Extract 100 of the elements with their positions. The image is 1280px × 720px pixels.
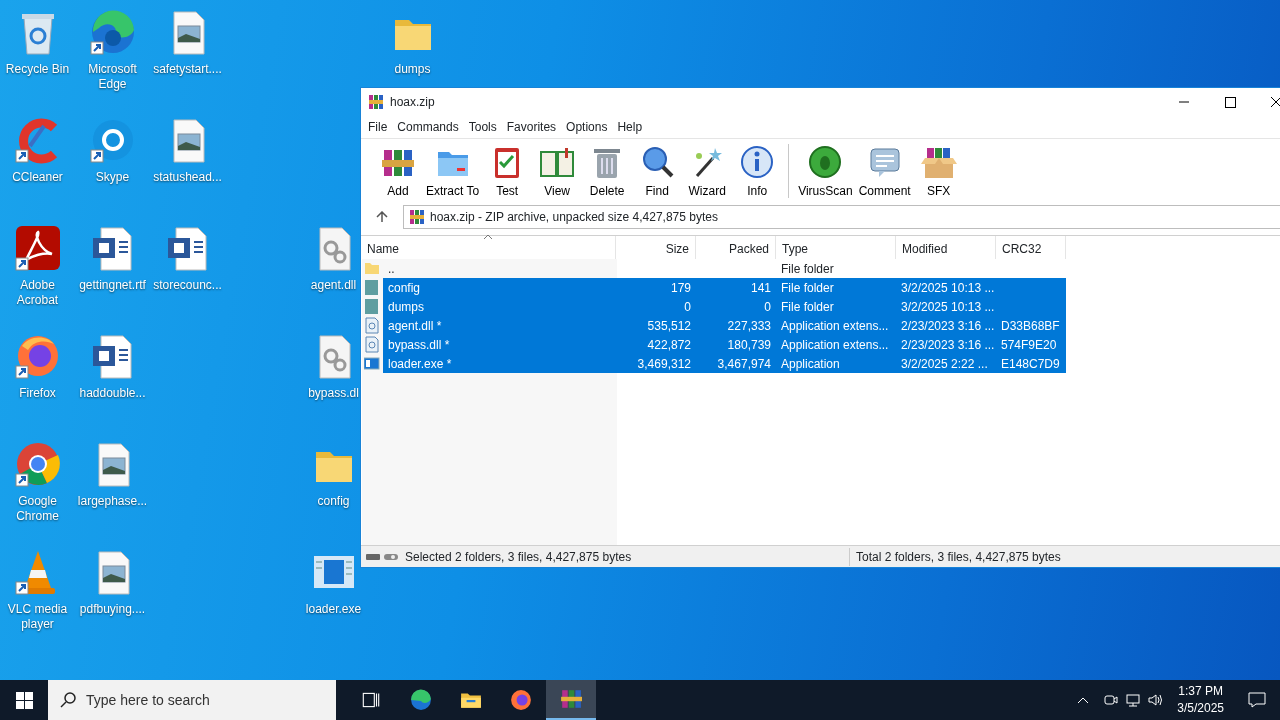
icon-label: Recycle Bin xyxy=(5,62,70,77)
menu-item[interactable]: Commands xyxy=(392,118,464,136)
sort-caret-icon xyxy=(483,234,493,240)
icon-label: loader.exe xyxy=(305,602,362,617)
icon-label: VLC media player xyxy=(6,602,69,632)
column-header[interactable]: Name xyxy=(361,236,616,259)
file-row[interactable]: dumps 0 0 File folder 3/2/2025 10:13 ... xyxy=(383,297,1066,316)
browser-icon[interactable] xyxy=(13,440,62,488)
icon-label: Adobe Acrobat xyxy=(15,278,60,308)
search-field[interactable]: Type here to search xyxy=(48,680,336,720)
browser-icon[interactable] xyxy=(88,8,137,56)
clock[interactable]: 1:37 PM 3/5/2025 xyxy=(1169,683,1232,717)
table-cell-text: 3,467,974 xyxy=(716,355,772,373)
menu-item[interactable]: Favorites xyxy=(501,118,562,136)
table-cell-text: 180,739 xyxy=(726,336,772,354)
table-cell-text: 535,512 xyxy=(646,317,692,335)
table-cell-text: 3/2/2025 2:22 ... xyxy=(900,355,989,373)
settings-file-icon xyxy=(364,317,380,334)
toolbar-button[interactable]: Find xyxy=(632,144,683,198)
table-cell-text: 0 xyxy=(683,298,692,316)
bug-icon xyxy=(807,144,844,180)
table-cell-text: 0 xyxy=(763,298,772,316)
icon-label: config xyxy=(317,494,350,509)
table-cell-text: File folder xyxy=(780,279,835,297)
start-icon[interactable] xyxy=(15,691,33,709)
file-row[interactable]: .. File folder xyxy=(383,259,1066,278)
icon-label: bypass.dl xyxy=(308,386,359,401)
icon-label: dumps xyxy=(394,62,431,77)
column-header[interactable]: Type xyxy=(776,236,896,259)
address-field[interactable]: hoax.zip - ZIP archive, unpacked size 4,427,875 bytes xyxy=(403,205,1280,229)
toolbar-button[interactable]: SFX xyxy=(913,144,964,198)
table-cell-text: 422,872 xyxy=(646,336,692,354)
toolbar-button[interactable]: Comment xyxy=(855,144,914,198)
table-cell-text: D33B68BF xyxy=(1000,317,1061,335)
table-cell-text: 3,469,312 xyxy=(636,355,692,373)
icon-label: agent.dll xyxy=(310,278,357,293)
icon-label: Microsoft Edge xyxy=(87,62,138,92)
table-cell-text: Application extens... xyxy=(780,336,890,354)
toolbar-button[interactable]: Delete xyxy=(582,144,633,198)
menu-item[interactable]: File xyxy=(363,118,393,136)
toolbar-button[interactable]: VirusScan xyxy=(795,144,856,198)
file-row[interactable]: config 179 141 File folder 3/2/2025 10:13 ... xyxy=(383,278,1066,297)
column-header[interactable]: CRC32 xyxy=(996,236,1066,259)
table-cell-text: config xyxy=(387,279,422,297)
settings-file-icon xyxy=(364,336,380,353)
icon-label: haddouble... xyxy=(79,386,146,401)
menu-item[interactable]: Options xyxy=(561,118,613,136)
menu-item[interactable]: Help xyxy=(612,118,648,136)
toolbar-button[interactable]: Info xyxy=(732,144,783,198)
table-cell-text: 141 xyxy=(749,279,772,297)
toolbar-button[interactable]: View xyxy=(532,144,583,198)
table-cell-text: .. xyxy=(387,260,396,278)
document-icon[interactable] xyxy=(13,224,62,272)
window-title: hoax.zip xyxy=(390,94,435,111)
table-cell-text: File folder xyxy=(780,298,835,316)
toolbar-button[interactable]: Wizard xyxy=(682,144,733,198)
toolbar-button[interactable]: Add xyxy=(373,144,423,198)
table-cell-text: 574F9E20 xyxy=(1000,336,1058,354)
notification-icon[interactable] xyxy=(1248,691,1266,709)
icon-label: Skype xyxy=(95,170,130,185)
toolbar-button[interactable]: Extract To xyxy=(423,144,483,198)
file-row[interactable]: bypass.dll * 422,872 180,739 Application extens... 2/23/2023 3:16 ... 574F9E20 xyxy=(383,335,1066,354)
icon-label: pdfbuying.... xyxy=(79,602,146,617)
archive-icon[interactable] xyxy=(546,680,596,720)
table-cell-text: agent.dll * xyxy=(387,317,443,335)
file-row[interactable]: agent.dll * 535,512 227,333 Application extens... 2/23/2023 3:16 ... D33B68BF xyxy=(383,316,1066,335)
icon-label: statushead... xyxy=(153,170,222,185)
archive-icon xyxy=(368,94,384,110)
icon-label: Google Chrome xyxy=(15,494,60,524)
icon-label: gettingnet.rtf xyxy=(79,278,146,293)
table-cell-text: loader.exe * xyxy=(387,355,453,373)
icon-label: safetystart.... xyxy=(153,62,222,77)
table-cell-text: E148C7D9 xyxy=(1000,355,1061,373)
table-cell-text: 2/23/2023 3:16 ... xyxy=(900,336,996,354)
table-cell-text: Application extens... xyxy=(780,317,890,335)
status-text: Selected 2 folders, 3 files, 4,427,875 bytes xyxy=(405,547,850,566)
table-cell-text: dumps xyxy=(387,298,426,316)
table-cell-text: 179 xyxy=(669,279,692,297)
table-cell-text: 2/23/2023 3:16 ... xyxy=(900,317,996,335)
column-header[interactable]: Modified xyxy=(896,236,996,259)
drive-icon xyxy=(365,551,399,562)
toolbar-button[interactable]: Test xyxy=(482,144,533,198)
status-text: Total 2 folders, 3 files, 4,427,875 bytes xyxy=(855,548,1061,566)
table-cell-text: bypass.dll * xyxy=(387,336,451,354)
up-arrow-icon[interactable] xyxy=(376,211,388,223)
network-icon[interactable] xyxy=(1125,692,1142,708)
column-header[interactable]: Packed xyxy=(696,236,776,259)
icon-label: largephase... xyxy=(77,494,148,509)
application-icon xyxy=(364,355,380,372)
file-row[interactable]: loader.exe * 3,469,312 3,467,974 Application 3/2/2025 2:22 ... E148C7D9 xyxy=(383,354,1066,373)
info-icon xyxy=(739,144,776,180)
table-cell-text: File folder xyxy=(780,260,835,278)
camera-icon[interactable] xyxy=(1103,692,1120,708)
chevron-up-icon[interactable] xyxy=(1077,696,1090,704)
archive-icon xyxy=(409,209,425,225)
menu-item[interactable]: Tools xyxy=(463,118,502,136)
volume-icon[interactable] xyxy=(1147,692,1164,708)
icon-label: CCleaner xyxy=(12,170,63,185)
column-header[interactable]: Size xyxy=(616,236,696,259)
table-cell-text: 227,333 xyxy=(726,317,772,335)
